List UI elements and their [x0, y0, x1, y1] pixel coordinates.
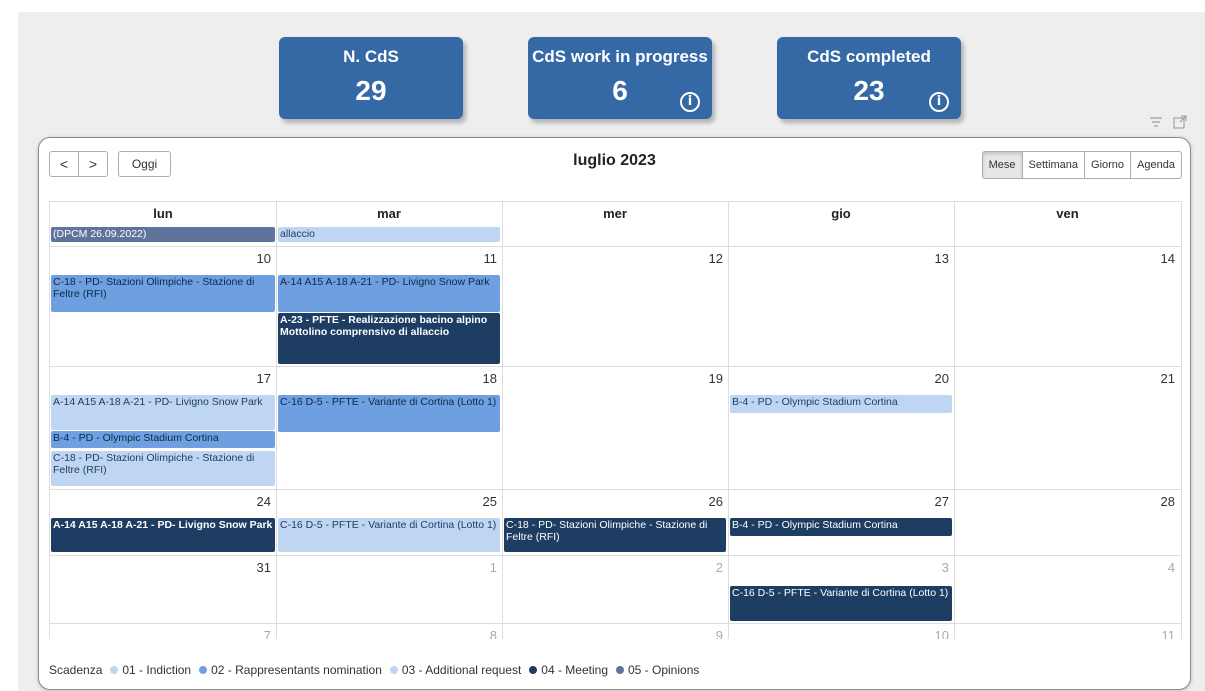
row-divider [50, 489, 1181, 490]
legend-label: 05 - Opinions [628, 663, 700, 677]
calendar-event[interactable]: allaccio [278, 227, 500, 242]
visual-header-icons [1147, 113, 1189, 131]
calendar-event[interactable]: A-14 A15 A-18 A-21 - PD- Livigno Snow Pa… [278, 275, 500, 312]
day-number[interactable]: 28 [1135, 494, 1175, 509]
column-divider [728, 202, 729, 639]
day-number[interactable]: 19 [683, 371, 723, 386]
kpi-card-in-progress: CdS work in progress 6 i [528, 37, 712, 119]
calendar-event[interactable]: C-16 D-5 - PFTE - Variante di Cortina (L… [278, 518, 500, 552]
legend-dot [110, 666, 119, 674]
day-number[interactable]: 31 [231, 560, 271, 575]
legend: Scadenza 01 - Indiction 02 - Rappresenta… [49, 663, 699, 677]
calendar-event[interactable]: B-4 - PD - Olympic Stadium Cortina [51, 431, 275, 448]
legend-dot [529, 666, 538, 674]
calendar-event[interactable]: A-14 A15 A-18 A-21 - PD- Livigno Snow Pa… [51, 518, 275, 552]
day-number[interactable]: 1 [457, 560, 497, 575]
day-number[interactable]: 8 [457, 628, 497, 639]
filter-icon[interactable] [1147, 113, 1165, 131]
day-number[interactable]: 7 [231, 628, 271, 639]
kpi-title: N. CdS [343, 47, 399, 66]
column-divider [954, 202, 955, 639]
focus-mode-icon[interactable] [1171, 113, 1189, 131]
legend-dot [389, 666, 398, 674]
day-number[interactable]: 21 [1135, 371, 1175, 386]
month-grid: lun mar mer gio ven (DPCM 26.09.2022) al… [49, 201, 1182, 639]
view-month-button[interactable]: Mese [981, 151, 1023, 179]
info-icon[interactable]: i [929, 92, 949, 112]
legend-label: 04 - Meeting [541, 663, 608, 677]
day-number[interactable]: 20 [909, 371, 949, 386]
row-divider [50, 555, 1181, 556]
legend-item[interactable]: 01 - Indiction [110, 663, 191, 677]
legend-item[interactable]: 02 - Rappresentants nomination [199, 663, 382, 677]
legend-label: 02 - Rappresentants nomination [211, 663, 382, 677]
day-number[interactable]: 14 [1135, 251, 1175, 266]
view-agenda-button[interactable]: Agenda [1130, 151, 1182, 179]
legend-item[interactable]: 04 - Meeting [529, 663, 608, 677]
view-week-button[interactable]: Settimana [1021, 151, 1086, 179]
legend-label: 03 - Additional request [401, 663, 522, 677]
calendar-event[interactable]: C-16 D-5 - PFTE - Variante di Cortina (L… [730, 586, 952, 621]
calendar-event[interactable]: A-14 A15 A-18 A-21 - PD- Livigno Snow Pa… [51, 395, 275, 430]
weekday-header: mar [377, 206, 401, 221]
row-divider [50, 623, 1181, 624]
day-number[interactable]: 11 [1135, 628, 1176, 639]
row-divider [50, 246, 1181, 247]
day-number[interactable]: 27 [909, 494, 949, 509]
day-number[interactable]: 3 [909, 560, 949, 575]
day-number[interactable]: 18 [457, 371, 497, 386]
day-number[interactable]: 11 [457, 251, 498, 266]
kpi-title: CdS completed [807, 47, 931, 66]
weekday-header: lun [153, 206, 173, 221]
calendar-event[interactable]: (DPCM 26.09.2022) [51, 227, 275, 242]
day-number[interactable]: 13 [909, 251, 949, 266]
calendar-event[interactable]: C-18 - PD- Stazioni Olimpiche - Stazione… [504, 518, 726, 552]
day-number[interactable]: 10 [909, 628, 949, 639]
calendar-card: < > Oggi luglio 2023 Mese Settimana Gior… [38, 137, 1191, 690]
column-divider [502, 202, 503, 639]
calendar-event[interactable]: C-16 D-5 - PFTE - Variante di Cortina (L… [278, 395, 500, 432]
view-switcher: Mese Settimana Giorno Agenda [981, 151, 1182, 179]
legend-dot [199, 666, 208, 674]
calendar-event[interactable]: C-18 - PD- Stazioni Olimpiche - Stazione… [51, 275, 275, 312]
legend-title: Scadenza [49, 663, 103, 677]
day-number[interactable]: 10 [231, 251, 271, 266]
weekday-header: ven [1056, 206, 1079, 221]
kpi-card-completed: CdS completed 23 i [777, 37, 961, 119]
legend-item[interactable]: 05 - Opinions [616, 663, 699, 677]
kpi-value: 29 [355, 75, 387, 106]
row-divider [50, 366, 1181, 367]
day-number[interactable]: 4 [1135, 560, 1175, 575]
calendar-event[interactable]: B-4 - PD - Olympic Stadium Cortina [730, 395, 952, 413]
view-day-button[interactable]: Giorno [1084, 151, 1132, 179]
day-number[interactable]: 25 [457, 494, 497, 509]
weekday-header: gio [831, 206, 851, 221]
day-number[interactable]: 2 [683, 560, 723, 575]
calendar-toolbar: < > Oggi luglio 2023 Mese Settimana Gior… [39, 138, 1190, 188]
info-icon[interactable]: i [680, 92, 700, 112]
kpi-title: CdS work in progress [532, 47, 708, 66]
legend-item[interactable]: 03 - Additional request [389, 663, 522, 677]
day-number[interactable]: 24 [231, 494, 271, 509]
day-number[interactable]: 12 [683, 251, 723, 266]
calendar-event[interactable]: A-23 - PFTE - Realizzazione bacino alpin… [278, 313, 500, 364]
legend-label: 01 - Indiction [122, 663, 192, 677]
kpi-card-total: N. CdS 29 [279, 37, 463, 119]
day-number[interactable]: 17 [231, 371, 271, 386]
calendar-event[interactable]: B-4 - PD - Olympic Stadium Cortina [730, 518, 952, 536]
day-number[interactable]: 9 [683, 628, 723, 639]
legend-dot [616, 666, 624, 674]
calendar-event[interactable]: C-18 - PD- Stazioni Olimpiche - Stazione… [51, 451, 275, 486]
day-number[interactable]: 26 [683, 494, 723, 509]
weekday-header: mer [603, 206, 627, 221]
column-divider [276, 202, 277, 639]
